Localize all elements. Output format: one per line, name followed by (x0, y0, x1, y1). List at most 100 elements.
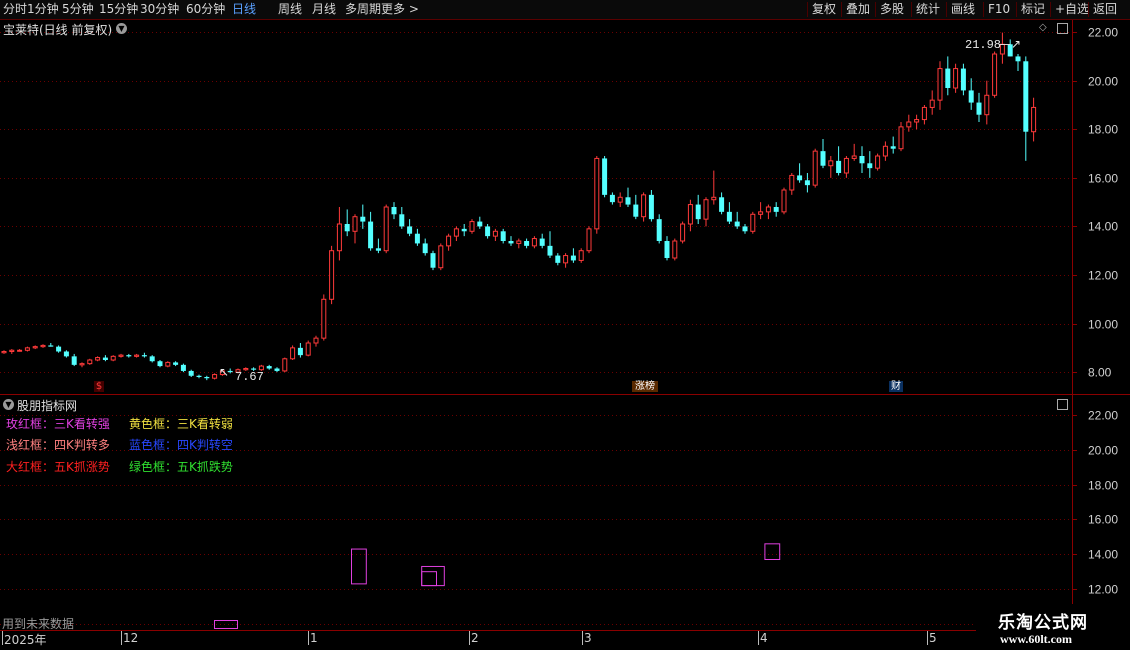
candle-body-up (290, 347, 296, 360)
candle-body-up (937, 68, 943, 101)
candle-body-up (438, 245, 444, 269)
time-tick (121, 631, 122, 645)
marker-zhangbang[interactable]: 涨榜 (632, 381, 658, 392)
candle-body-down (48, 345, 54, 347)
window-toggle-icon[interactable] (1057, 23, 1068, 34)
chevron-down-icon[interactable]: ▼ (116, 23, 127, 34)
kline-chart: 22.00 20.00 18.00 16.00 14.00 12.00 10.00 8.00 2… (0, 20, 1130, 632)
candle-body-up (17, 349, 23, 352)
price-tick-label: 10.00 (1088, 318, 1118, 332)
candle-body-down (360, 216, 366, 222)
candle-body-up (594, 157, 600, 230)
legend-item-0: 玫红框：三K看转强 (6, 415, 110, 432)
candle-body-up (469, 221, 475, 232)
candle-body-down (726, 211, 732, 222)
candle-body-up (898, 126, 904, 150)
watermark-title: 乐淘公式网 (998, 613, 1088, 633)
candle-body-up (672, 240, 678, 259)
time-label: 2025年 (4, 633, 47, 647)
future-data-marker (214, 620, 238, 629)
indicator-tick-label: 12.00 (1088, 583, 1118, 597)
candle-body-up (383, 206, 389, 252)
indicator-tick-label: 14.00 (1088, 548, 1118, 562)
candle-body-down (695, 204, 701, 220)
signal-box (421, 571, 438, 587)
signal-layer (351, 543, 781, 587)
main-chart-title: 宝莱特(日线 前复权) (3, 23, 113, 37)
candle-body-up (87, 359, 93, 365)
candle-body-down (274, 368, 280, 371)
candle-body-up (680, 223, 686, 242)
indicator-tick-label: 20.00 (1088, 444, 1118, 458)
candle-body-down (602, 158, 608, 195)
marker-caibao[interactable]: 财 (889, 381, 903, 392)
candle-body-up (531, 238, 537, 247)
candle-body-up (984, 94, 990, 116)
candle-body-down (976, 102, 982, 115)
candle-body-down (859, 156, 865, 164)
signal-box (421, 565, 445, 587)
price-tick-label: 14.00 (1088, 220, 1118, 234)
candle-body-up (9, 349, 15, 352)
candle-body-down (149, 356, 155, 362)
time-label: 4 (760, 631, 768, 645)
legend-key: 大红框： (6, 460, 55, 474)
candle-body-up (352, 216, 358, 232)
watermark-url: www.60lt.com (1000, 632, 1072, 646)
candle-body-down (508, 241, 514, 244)
legend-desc: 五K抓跌势 (177, 460, 233, 474)
diamond-icon[interactable]: ◇ (1039, 23, 1049, 33)
candle-body-up (851, 155, 857, 159)
candle-body-up (282, 358, 288, 372)
candle-body-up (165, 361, 171, 367)
low-arrow: ↖ (219, 365, 230, 379)
candle-body-down (391, 207, 397, 215)
candle-body-down (570, 255, 576, 261)
candle-body-down (742, 226, 748, 232)
candle-body-up (641, 194, 647, 218)
window-toggle-icon[interactable] (1057, 399, 1068, 410)
candle-body-down (719, 197, 725, 212)
candle-body-down (173, 362, 179, 365)
candle-body-up (336, 223, 342, 252)
high-arrow: —↗ (999, 37, 1022, 51)
candle-body-down (539, 238, 545, 246)
candle-body-down (63, 351, 69, 357)
candle-body-up (750, 213, 756, 232)
candle-body-down (1015, 56, 1021, 62)
candle-body-down (71, 356, 77, 365)
candle-body-down (141, 355, 147, 357)
candle-body-down (867, 163, 873, 169)
candle-body-up (79, 363, 85, 366)
candle-body-up (321, 298, 327, 339)
candle-body-up (313, 337, 319, 344)
legend-desc: 三K看转弱 (177, 417, 233, 431)
time-label: 5 (929, 631, 937, 645)
candle-body-down (773, 207, 779, 212)
legend-item-5: 绿色框：五K抓跌势 (129, 458, 233, 475)
candle-body-down (820, 151, 826, 166)
candle-layer (1, 32, 1037, 381)
candle-body-down (297, 347, 303, 356)
candle-body-up (563, 255, 569, 264)
candle-body-up (118, 354, 124, 357)
marker-s[interactable]: $ (94, 381, 104, 392)
time-tick (582, 631, 583, 645)
candle-body-up (516, 240, 522, 244)
low-price-label: 7.67 (235, 370, 264, 384)
signal-box (764, 543, 781, 560)
candle-body-up (758, 211, 764, 215)
candle-body-up (329, 250, 335, 300)
time-tick (308, 631, 309, 645)
candle-body-down (477, 221, 483, 227)
candle-body-up (446, 235, 452, 247)
candle-body-up (586, 228, 592, 252)
candle-body-down (407, 226, 413, 234)
legend-key: 绿色框： (129, 460, 178, 474)
candle-body-down (344, 224, 350, 232)
legend-desc: 三K看转强 (54, 417, 110, 431)
candle-body-up (110, 355, 116, 361)
chevron-down-icon[interactable]: ▼ (3, 399, 14, 410)
indicator-tick-label: 22.00 (1088, 409, 1118, 423)
candle-body-up (1031, 106, 1037, 133)
